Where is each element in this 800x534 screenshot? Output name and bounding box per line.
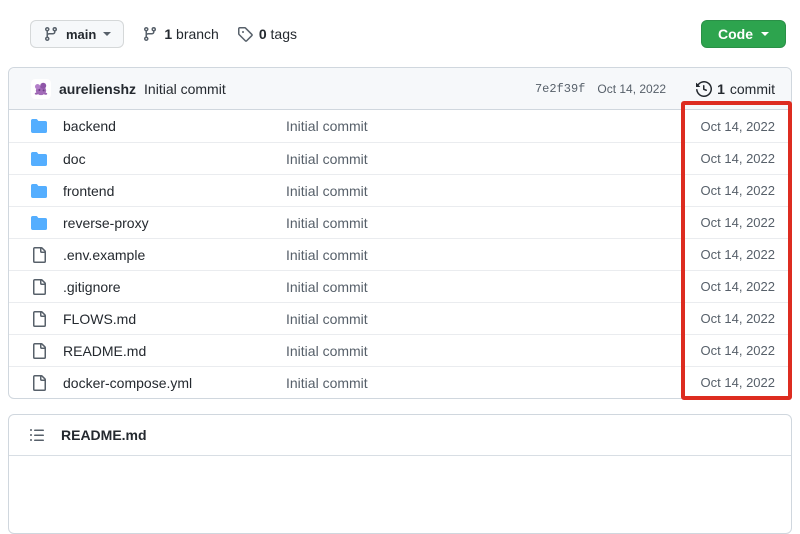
chevron-down-icon <box>761 32 769 40</box>
row-commit-message-link[interactable]: Initial commit <box>286 151 368 167</box>
file-name-link[interactable]: reverse-proxy <box>63 215 149 231</box>
commit-message-link[interactable]: Initial commit <box>144 81 226 97</box>
tags-link[interactable]: 0 tags <box>237 26 297 42</box>
table-row[interactable]: reverse-proxy Initial commit Oct 14, 202… <box>9 206 791 238</box>
commit-date: Oct 14, 2022 <box>701 375 775 390</box>
branch-name-label: main <box>66 27 96 42</box>
file-name-cell: frontend <box>31 183 286 199</box>
branches-count: 1 <box>164 26 172 42</box>
file-icon <box>31 311 47 327</box>
commits-count: 1 <box>717 81 725 97</box>
table-row[interactable]: .gitignore Initial commit Oct 14, 2022 <box>9 270 791 302</box>
table-row[interactable]: frontend Initial commit Oct 14, 2022 <box>9 174 791 206</box>
row-commit-message-link[interactable]: Initial commit <box>286 247 368 263</box>
code-button[interactable]: Code <box>701 20 786 48</box>
row-commit-message-link[interactable]: Initial commit <box>286 375 368 391</box>
file-name-cell: FLOWS.md <box>31 311 286 327</box>
file-list: backend Initial commit Oct 14, 2022 doc … <box>9 110 791 398</box>
table-row[interactable]: README.md Initial commit Oct 14, 2022 <box>9 334 791 366</box>
commits-label: commit <box>730 81 775 97</box>
file-name-cell: .gitignore <box>31 279 286 295</box>
file-name-cell: .env.example <box>31 247 286 263</box>
readme-body <box>9 456 791 516</box>
commit-date: Oct 14, 2022 <box>701 279 775 294</box>
chevron-down-icon <box>103 32 111 40</box>
commit-message-cell: Initial commit <box>286 183 701 199</box>
commit-message-cell: Initial commit <box>286 279 701 295</box>
readme-header: README.md <box>9 415 791 456</box>
file-name-cell: reverse-proxy <box>31 215 286 231</box>
commit-date: Oct 14, 2022 <box>701 215 775 230</box>
table-row[interactable]: docker-compose.yml Initial commit Oct 14… <box>9 366 791 398</box>
file-name-cell: backend <box>31 118 286 134</box>
row-commit-message-link[interactable]: Initial commit <box>286 215 368 231</box>
file-icon <box>31 343 47 359</box>
commit-date: Oct 14, 2022 <box>701 183 775 198</box>
commit-sha-link[interactable]: 7e2f39f <box>535 82 585 96</box>
readme-title: README.md <box>61 427 147 443</box>
commit-date: Oct 14, 2022 <box>701 343 775 358</box>
table-row[interactable]: backend Initial commit Oct 14, 2022 <box>9 110 791 142</box>
branch-selector-button[interactable]: main <box>30 20 124 48</box>
file-name-link[interactable]: frontend <box>63 183 114 199</box>
file-name-link[interactable]: README.md <box>63 343 146 359</box>
commit-date: Oct 14, 2022 <box>701 247 775 262</box>
list-unordered-icon[interactable] <box>29 427 45 443</box>
row-commit-message-link[interactable]: Initial commit <box>286 343 368 359</box>
folder-icon <box>31 183 47 199</box>
file-icon <box>31 375 47 391</box>
row-commit-message-link[interactable]: Initial commit <box>286 118 368 134</box>
tags-label: tags <box>271 26 297 42</box>
git-branch-icon <box>142 26 158 42</box>
repo-toolbar: main 1 branch 0 tags Code <box>0 0 800 48</box>
tags-count: 0 <box>259 26 267 42</box>
branches-link[interactable]: 1 branch <box>142 26 219 42</box>
file-name-link[interactable]: backend <box>63 118 116 134</box>
row-commit-message-link[interactable]: Initial commit <box>286 279 368 295</box>
file-icon <box>31 279 47 295</box>
row-commit-message-link[interactable]: Initial commit <box>286 311 368 327</box>
table-row[interactable]: .env.example Initial commit Oct 14, 2022 <box>9 238 791 270</box>
file-name-cell: doc <box>31 151 286 167</box>
commit-message-cell: Initial commit <box>286 343 701 359</box>
latest-commit-header: aurelienshz Initial commit 7e2f39f Oct 1… <box>9 68 791 110</box>
commit-message-cell: Initial commit <box>286 118 701 134</box>
commit-date: Oct 14, 2022 <box>701 151 775 166</box>
file-name-link[interactable]: doc <box>63 151 86 167</box>
commit-message-cell: Initial commit <box>286 151 701 167</box>
avatar[interactable] <box>31 79 51 99</box>
commit-date: Oct 14, 2022 <box>701 119 775 134</box>
file-name-link[interactable]: .env.example <box>63 247 145 263</box>
folder-icon <box>31 215 47 231</box>
file-name-link[interactable]: FLOWS.md <box>63 311 136 327</box>
file-icon <box>31 247 47 263</box>
file-name-cell: README.md <box>31 343 286 359</box>
branches-label: branch <box>176 26 219 42</box>
git-branch-icon <box>43 26 59 42</box>
tag-icon <box>237 26 253 42</box>
file-name-cell: docker-compose.yml <box>31 375 286 391</box>
file-tree-card: aurelienshz Initial commit 7e2f39f Oct 1… <box>8 67 792 399</box>
commit-date: Oct 14, 2022 <box>701 311 775 326</box>
commits-history-link[interactable]: 1 commit <box>696 81 775 97</box>
code-button-label: Code <box>718 26 753 42</box>
commit-author-link[interactable]: aurelienshz <box>59 81 136 97</box>
folder-icon <box>31 151 47 167</box>
table-row[interactable]: FLOWS.md Initial commit Oct 14, 2022 <box>9 302 791 334</box>
folder-icon <box>31 118 47 134</box>
commit-message-cell: Initial commit <box>286 311 701 327</box>
file-name-link[interactable]: docker-compose.yml <box>63 375 192 391</box>
file-name-link[interactable]: .gitignore <box>63 279 121 295</box>
history-icon <box>696 81 712 97</box>
readme-card: README.md <box>8 414 792 534</box>
row-commit-message-link[interactable]: Initial commit <box>286 183 368 199</box>
table-row[interactable]: doc Initial commit Oct 14, 2022 <box>9 142 791 174</box>
commit-message-cell: Initial commit <box>286 247 701 263</box>
commit-message-cell: Initial commit <box>286 375 701 391</box>
commit-header-date: Oct 14, 2022 <box>597 82 666 96</box>
commit-message-cell: Initial commit <box>286 215 701 231</box>
